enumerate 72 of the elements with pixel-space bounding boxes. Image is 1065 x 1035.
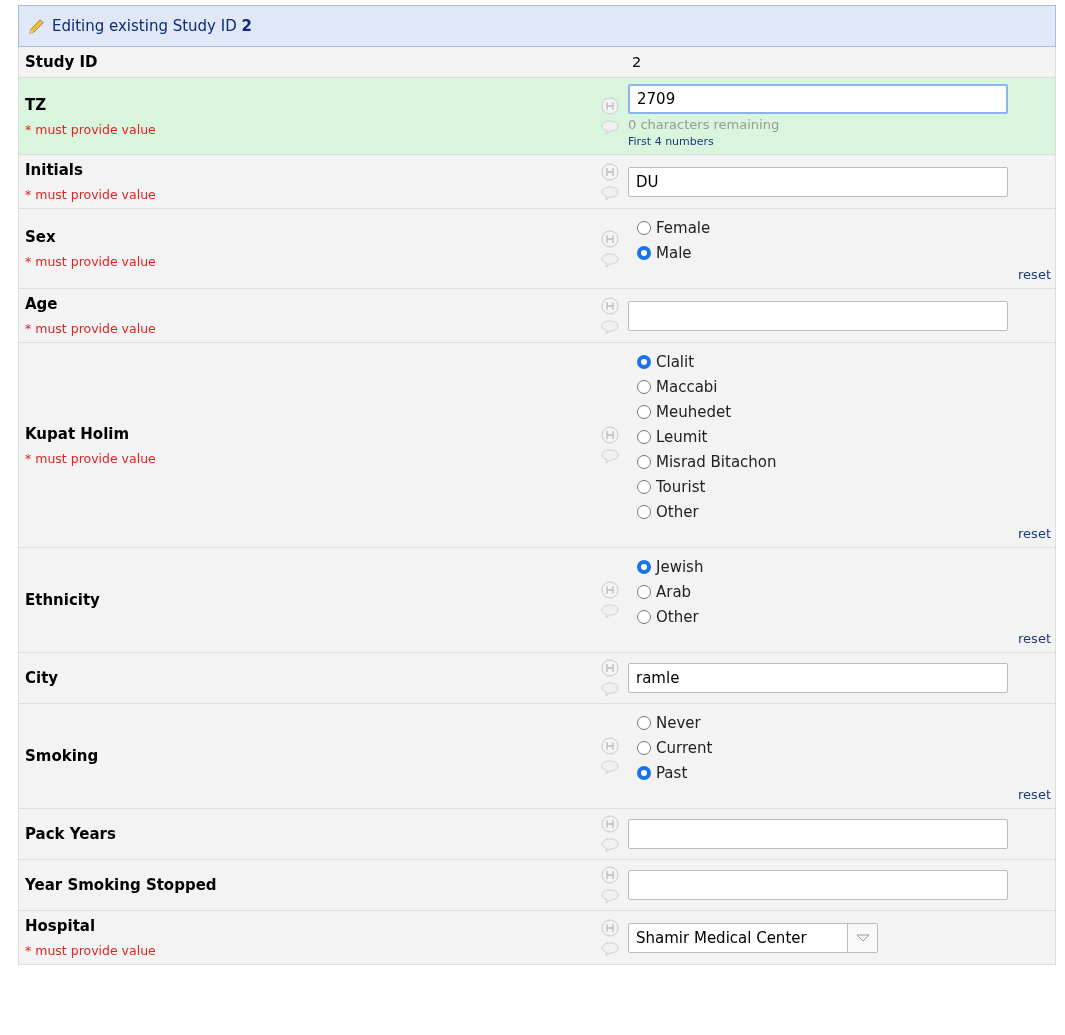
field-label: Pack Years (25, 825, 117, 843)
field-label: Study ID (25, 53, 99, 71)
comment-icon[interactable] (600, 837, 620, 853)
radio-option[interactable]: Current (637, 735, 1051, 760)
character-counter: 0 characters remaining (628, 117, 781, 132)
reset-link[interactable]: reset (1018, 631, 1051, 646)
text-field[interactable]: ramle (628, 663, 1008, 693)
text-field[interactable]: DU (628, 166, 1008, 197)
radio-option[interactable]: Male (637, 240, 1051, 265)
reset-link[interactable]: reset (1018, 267, 1051, 282)
field-label: Initials (25, 161, 84, 179)
radio-option[interactable]: Tourist (637, 474, 1051, 499)
caret-icon (855, 933, 870, 942)
required-note: * must provide value (25, 254, 157, 269)
radio-option[interactable]: Other (637, 499, 1051, 524)
text-field[interactable] (628, 819, 1008, 849)
field-label: City (25, 669, 60, 687)
radio-option[interactable]: Female (637, 215, 1051, 240)
reset-link[interactable]: reset (1018, 787, 1051, 802)
comment-icon[interactable] (600, 888, 620, 904)
history-icon[interactable] (601, 815, 619, 833)
radio-option[interactable]: Leumit (637, 424, 1051, 449)
reset-link[interactable]: reset (1018, 526, 1051, 541)
required-note: * must provide value (25, 943, 157, 958)
dropdown[interactable]: Shamir Medical Center (628, 922, 878, 953)
radio-option[interactable]: Never (637, 710, 1051, 735)
comment-icon[interactable] (600, 119, 620, 135)
required-note: * must provide value (25, 450, 157, 466)
text-field[interactable]: 2709 (628, 84, 1008, 114)
field-label: Sex (25, 228, 57, 246)
history-icon[interactable] (601, 659, 619, 677)
field-label: Age (25, 295, 59, 313)
field-label: Smoking (25, 747, 100, 765)
comment-icon[interactable] (600, 448, 620, 464)
radio-option[interactable]: Clalit (637, 349, 1051, 374)
form-title: Editing existing Study ID 2 (52, 17, 252, 35)
history-icon[interactable] (601, 229, 619, 248)
history-icon[interactable] (601, 918, 619, 937)
field-label: Ethnicity (25, 591, 101, 609)
history-icon[interactable] (601, 162, 619, 181)
comment-icon[interactable] (600, 184, 620, 201)
radio-option[interactable]: Maccabi (637, 374, 1051, 399)
required-note: * must provide value (25, 121, 157, 137)
comment-icon[interactable] (600, 318, 620, 335)
radio-option[interactable]: Meuhedet (637, 399, 1051, 424)
radio-option[interactable]: Other (637, 604, 1051, 629)
pencil-icon (27, 16, 46, 36)
text-field[interactable] (628, 300, 1008, 331)
history-icon[interactable] (601, 97, 619, 115)
radio-option[interactable]: Arab (637, 579, 1051, 604)
history-icon[interactable] (601, 296, 619, 315)
required-note: * must provide value (25, 187, 157, 202)
comment-icon[interactable] (600, 603, 620, 619)
comment-icon[interactable] (600, 681, 620, 697)
comment-icon[interactable] (600, 759, 620, 775)
field-value: 2 (631, 53, 643, 71)
required-note: * must provide value (25, 321, 157, 336)
text-field[interactable] (628, 870, 1008, 900)
history-icon[interactable] (601, 866, 619, 884)
comment-icon[interactable] (600, 940, 620, 957)
field-label: TZ (25, 95, 48, 114)
radio-option[interactable]: Jewish (637, 554, 1051, 579)
radio-option[interactable]: Misrad Bitachon (637, 449, 1051, 474)
field-label: Kupat Holim (25, 424, 131, 443)
radio-option[interactable]: Past (637, 760, 1051, 785)
history-icon[interactable] (601, 426, 619, 444)
field-label: Hospital (25, 917, 97, 935)
comment-icon[interactable] (600, 251, 620, 268)
field-hint: First 4 numbers (628, 135, 715, 148)
history-icon[interactable] (601, 581, 619, 599)
field-label: Year Smoking Stopped (25, 876, 218, 894)
history-icon[interactable] (601, 737, 619, 755)
